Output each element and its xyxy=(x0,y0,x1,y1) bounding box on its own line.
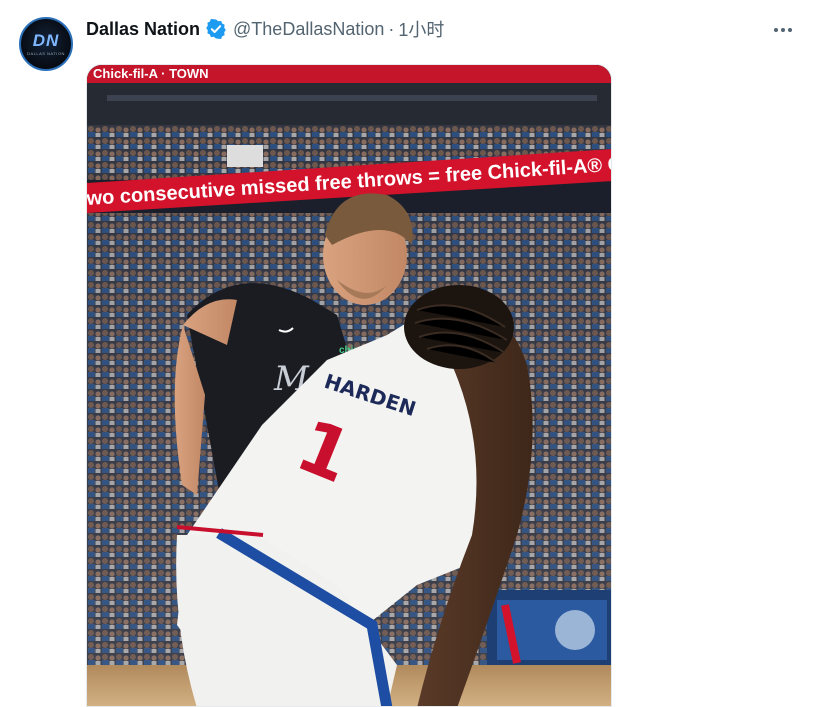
avatar-monogram: DN xyxy=(32,31,60,50)
avatar[interactable]: DN DALLAS NATION xyxy=(19,17,73,71)
tweet: DN DALLAS NATION Dallas Nation @TheDalla… xyxy=(0,0,817,707)
top-banner-text: Chick-fil-A · TOWN xyxy=(93,66,209,81)
tweet-header: Dallas Nation @TheDallasNation · 1小时 xyxy=(86,17,444,41)
author-handle[interactable]: @TheDallasNation xyxy=(233,19,384,40)
separator-dot: · xyxy=(388,18,395,39)
tweet-photo[interactable]: Chick-fil-A · TOWN wo consecutive missed… xyxy=(86,64,612,707)
avatar-subtext: DALLAS NATION xyxy=(27,51,65,56)
more-options-icon[interactable] xyxy=(771,18,795,42)
verified-badge-icon xyxy=(205,18,227,40)
timestamp[interactable]: 1小时 xyxy=(398,16,444,42)
author-display-name[interactable]: Dallas Nation xyxy=(86,19,200,40)
